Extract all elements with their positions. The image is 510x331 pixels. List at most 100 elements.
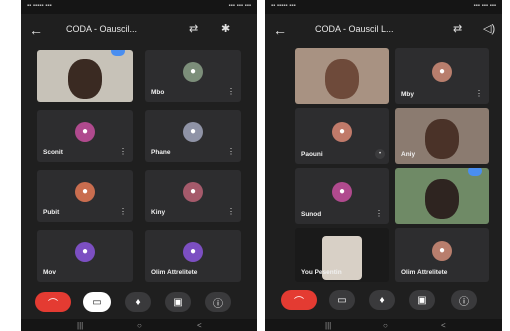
participant-phane[interactable]: ● Phane ⋮ xyxy=(145,110,241,162)
participant-name: Olim Attrelitete xyxy=(151,269,198,276)
participant-name: You Pesentin xyxy=(301,269,342,276)
video-tile-2[interactable]: Aniy xyxy=(395,108,489,164)
phone-left: ▪▪ ▪▪▪▪▪ ▪▪▪ ▪▪▪ ▪▪▪ ▪▪▪ ← CODA - Oausci… xyxy=(21,0,257,331)
participant-olim[interactable]: ● Olim Attrelitete xyxy=(145,230,241,282)
participant-video xyxy=(325,58,359,99)
camera-icon: ▭ xyxy=(337,294,347,306)
participant-mbo[interactable]: ● Mbo ⋮ xyxy=(145,50,241,102)
participant-sunod[interactable]: ● Sunod ⋮ xyxy=(295,168,389,224)
video-tile-3[interactable] xyxy=(395,168,489,224)
mic-icon: ♦ xyxy=(135,296,141,308)
participant-mov[interactable]: ● Mov xyxy=(37,230,133,282)
info-icon: ⓘ xyxy=(213,298,223,310)
participant-mby[interactable]: ● Mby ⋮ xyxy=(395,48,489,104)
back-icon[interactable]: < xyxy=(441,321,446,330)
system-nav-bar: ||| ○ < xyxy=(21,319,257,331)
participant-video xyxy=(425,118,459,159)
end-call-icon: ⌒ xyxy=(294,296,304,308)
arrow-left-icon[interactable]: ← xyxy=(29,23,43,37)
participant-name: Olim Attrelitete xyxy=(401,269,448,276)
avatar: ● xyxy=(183,61,203,82)
top-bar: ← CODA - Oauscil... ⇄ ✱ xyxy=(21,14,257,48)
present-button[interactable]: ▣ xyxy=(165,292,191,312)
switch-camera-icon[interactable]: ⇄ xyxy=(189,22,198,36)
camera-button[interactable]: ▭ xyxy=(329,290,355,310)
more-options-icon[interactable]: ⋮ xyxy=(227,148,235,156)
participant-pubit[interactable]: ● Pubit ⋮ xyxy=(37,170,133,222)
status-bar: ▪▪ ▪▪▪▪▪ ▪▪▪ ▪▪▪ ▪▪▪ ▪▪▪ xyxy=(21,0,257,14)
participant-name: Mbo xyxy=(151,89,165,96)
participant-name: Kiny xyxy=(151,209,166,216)
end-call-button[interactable]: ⌒ xyxy=(35,292,71,312)
participant-name: Phane xyxy=(151,149,171,156)
participant-name: Pubit xyxy=(43,209,60,216)
status-right: ▪▪▪ ▪▪▪ ▪▪▪ xyxy=(228,3,251,9)
avatar: ● xyxy=(183,241,203,262)
participant-name: Sconit xyxy=(43,149,63,156)
participant-olim[interactable]: ● Olim Attrelitete xyxy=(395,228,489,282)
avatar: ● xyxy=(75,181,95,202)
participant-name: Sunod xyxy=(301,211,322,218)
mic-icon: ♦ xyxy=(379,294,385,306)
phone-right: ▪▪ ▪▪▪▪▪ ▪▪▪ ▪▪▪ ▪▪▪ ▪▪▪ ← CODA - Oausci… xyxy=(265,0,502,331)
video-tile[interactable] xyxy=(37,50,133,102)
participant-kiny[interactable]: ● Kiny ⋮ xyxy=(145,170,241,222)
avatar: ● xyxy=(432,240,452,261)
end-call-icon: ⌒ xyxy=(48,298,58,310)
home-icon[interactable]: ○ xyxy=(383,321,388,330)
participant-name: Mov xyxy=(43,269,56,276)
status-right: ▪▪▪ ▪▪▪ ▪▪▪ xyxy=(473,3,496,9)
more-options-icon[interactable]: ⋮ xyxy=(119,208,127,216)
avatar: ● xyxy=(75,121,95,142)
participant-name: Aniy xyxy=(401,151,416,158)
back-icon[interactable]: < xyxy=(197,321,202,330)
video-tile-1[interactable] xyxy=(295,48,389,104)
mic-off-icon: • xyxy=(375,149,385,159)
speaker-icon[interactable]: ◁) xyxy=(483,22,495,36)
status-left: ▪▪ ▪▪▪▪▪ ▪▪▪ xyxy=(27,3,52,9)
recents-icon[interactable]: ||| xyxy=(77,321,83,330)
participant-paouni[interactable]: ● Paouni • xyxy=(295,108,389,164)
participant-name: Paouni xyxy=(301,151,323,158)
home-icon[interactable]: ○ xyxy=(137,321,142,330)
present-icon: ▣ xyxy=(417,294,427,306)
badge xyxy=(111,50,126,57)
top-bar: ← CODA - Oauscil L... ⇄ ◁) xyxy=(265,14,502,48)
avatar: ● xyxy=(183,121,203,142)
participant-video xyxy=(425,178,459,219)
avatar: ● xyxy=(332,121,352,142)
present-icon: ▣ xyxy=(173,296,183,308)
badge xyxy=(467,168,482,176)
more-options-icon[interactable]: ⋮ xyxy=(227,88,235,96)
info-button[interactable]: ⓘ xyxy=(451,290,477,310)
avatar: ● xyxy=(432,61,452,82)
switch-camera-icon[interactable]: ⇄ xyxy=(453,22,462,36)
arrow-left-icon[interactable]: ← xyxy=(273,23,287,37)
more-options-icon[interactable]: ⋮ xyxy=(475,90,483,98)
mic-button[interactable]: ♦ xyxy=(369,290,395,310)
self-video-tile[interactable]: You Pesentin xyxy=(295,228,389,282)
meeting-title[interactable]: CODA - Oauscil... xyxy=(66,24,137,34)
avatar: ● xyxy=(183,181,203,202)
meeting-title[interactable]: CODA - Oauscil L... xyxy=(315,24,394,34)
present-button[interactable]: ▣ xyxy=(409,290,435,310)
end-call-button[interactable]: ⌒ xyxy=(281,290,317,310)
mic-button[interactable]: ♦ xyxy=(125,292,151,312)
participant-video xyxy=(68,58,102,99)
participant-sconit[interactable]: ● Sconit ⋮ xyxy=(37,110,133,162)
more-options-icon[interactable]: ⋮ xyxy=(119,148,127,156)
speaker-icon[interactable]: ✱ xyxy=(221,22,230,36)
system-nav-bar: ||| ○ < xyxy=(265,319,502,331)
more-options-icon[interactable]: ⋮ xyxy=(227,208,235,216)
avatar: ● xyxy=(332,181,352,202)
status-left: ▪▪ ▪▪▪▪▪ ▪▪▪ xyxy=(271,3,296,9)
camera-button[interactable]: ▭ xyxy=(83,292,111,312)
more-options-icon[interactable]: ⋮ xyxy=(375,210,383,218)
status-bar: ▪▪ ▪▪▪▪▪ ▪▪▪ ▪▪▪ ▪▪▪ ▪▪▪ xyxy=(265,0,502,14)
info-icon: ⓘ xyxy=(459,296,469,308)
recents-icon[interactable]: ||| xyxy=(325,321,331,330)
avatar: ● xyxy=(75,241,95,262)
camera-icon: ▭ xyxy=(92,296,102,308)
participant-name: Mby xyxy=(401,91,414,98)
info-button[interactable]: ⓘ xyxy=(205,292,231,312)
